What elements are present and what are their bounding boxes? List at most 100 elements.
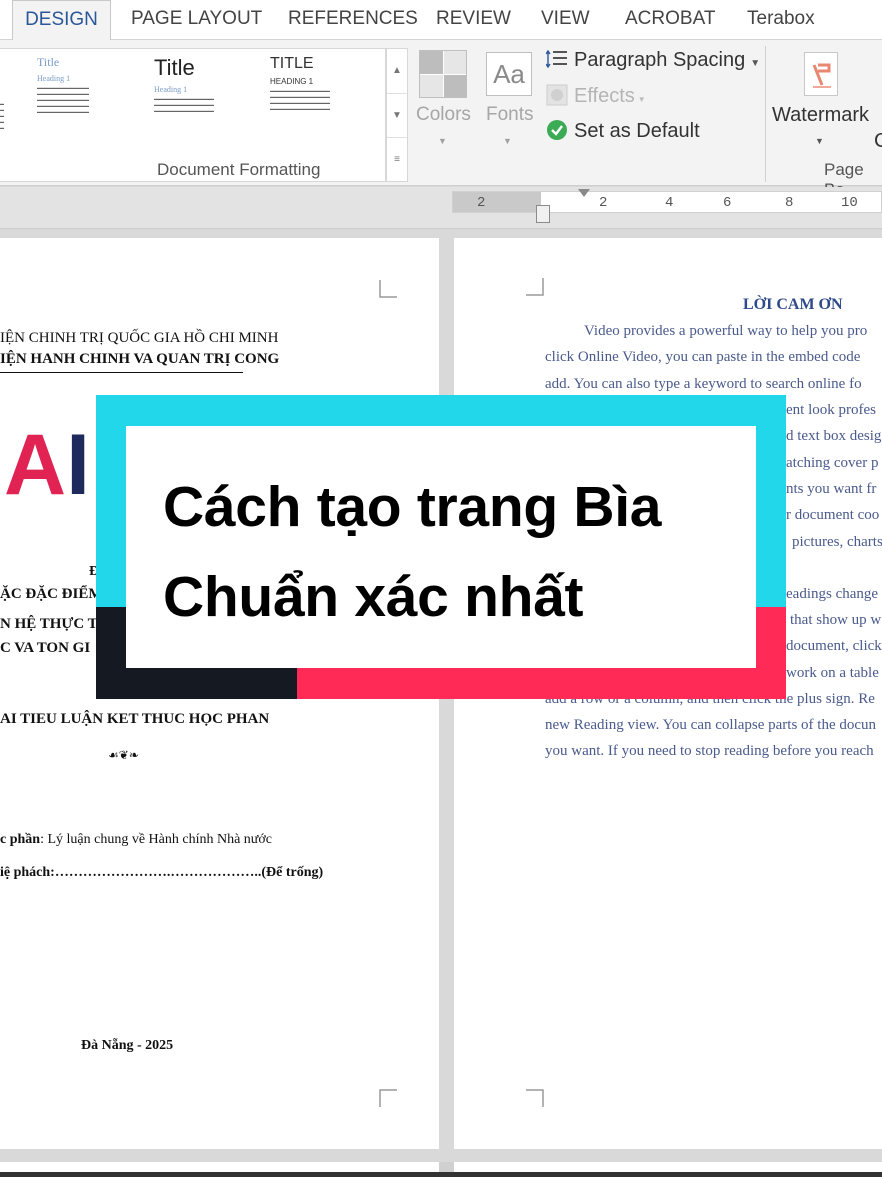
thumbnail-heading: Heading 1 xyxy=(154,85,188,94)
gallery-more-icon[interactable]: ≡ xyxy=(387,137,407,181)
course-value: : Lý luận chung về Hành chính Nhà nước xyxy=(40,832,273,847)
title-card-panel xyxy=(126,426,756,668)
body-line: pictures, charts xyxy=(792,534,882,550)
margin-corner-mark xyxy=(379,280,397,298)
paragraph-spacing-dropdown-icon: ▼ xyxy=(750,58,761,69)
org-name-line-1: IỆN CHINH TRỊ QUỐC GIA HỒ CHI MINH xyxy=(0,330,279,346)
body-line: click Online Video, you can paste in the… xyxy=(545,349,861,365)
ruler-tick-label: 4 xyxy=(665,195,674,211)
swatch-square xyxy=(444,51,466,74)
ruler-tick-label: 2 xyxy=(599,195,608,211)
swatch-square xyxy=(444,75,466,97)
course-label: c phần xyxy=(0,832,41,847)
thumbnail-text-lines: ▬▬▬▬▬▬▬▬▬▬ xyxy=(0,101,4,130)
tab-page-layout[interactable]: PAGE LAYOUT xyxy=(131,0,262,40)
page-color-label-partial[interactable]: C xyxy=(874,130,882,153)
academy-logo: AI xyxy=(4,417,91,513)
body-line: d text box desig xyxy=(786,428,882,444)
course-line: c phần: Lý luận chung về Hành chính Nhà … xyxy=(0,832,272,848)
checkmark-icon xyxy=(546,119,568,141)
tab-references[interactable]: REFERENCES xyxy=(288,0,418,40)
overlay-title-line-2: Chuẩn xác nhất xyxy=(163,565,584,629)
ribbon-tab-bar: DESIGN PAGE LAYOUT REFERENCES REVIEW VIE… xyxy=(0,0,882,41)
margin-corner-mark xyxy=(526,1089,544,1107)
style-thumbnail-1[interactable]: Title Heading 1 ▬▬▬▬▬▬▬▬▬▬▬▬▬ ▬▬▬▬▬▬▬▬▬▬▬… xyxy=(37,55,127,143)
ruler-tick-label: 6 xyxy=(723,195,732,211)
place-date-footer: Đà Nẵng - 2025 xyxy=(81,1038,174,1053)
thumbnail-text-lines: ▬▬▬▬▬▬▬▬▬▬▬▬▬▬▬▬▬▬▬▬▬▬▬▬▬▬▬▬▬▬▬▬▬▬▬▬▬▬▬▬… xyxy=(154,96,214,113)
effects-icon xyxy=(546,84,568,106)
body-line: atching cover p xyxy=(786,455,879,471)
gallery-scroll-controls: ▲ ▼ ≡ xyxy=(386,48,408,182)
essay-title: AI TIEU LUẬN KET THUC HỌC PHAN xyxy=(0,711,270,727)
body-line: nts you want fr xyxy=(786,481,877,497)
thumbnail-heading: HEADING 1 xyxy=(270,77,314,86)
paragraph-spacing-button[interactable]: Paragraph Spacing ▼ xyxy=(545,48,761,72)
ruler-tick-label: 10 xyxy=(841,195,858,211)
body-line: new Reading view. You can collapse parts… xyxy=(545,717,877,733)
title-fragment-3: C VA TON GI xyxy=(0,640,91,656)
thumbnail-title: Title xyxy=(37,55,60,69)
colors-swatch-icon[interactable] xyxy=(419,50,467,98)
group-separator xyxy=(765,46,766,182)
style-thumbnail-2[interactable]: Title Heading 1 ▬▬▬▬▬▬▬▬▬▬▬▬▬▬▬ ▬▬▬▬▬▬▬▬▬… xyxy=(154,55,258,143)
body-line: add. You can also type a keyword to sear… xyxy=(545,376,862,392)
tab-view[interactable]: VIEW xyxy=(541,0,590,40)
margin-corner-mark xyxy=(379,1089,397,1107)
watermark-dropdown-icon[interactable]: ▼ xyxy=(815,136,824,146)
title-fragment-2: N HỆ THỰC T xyxy=(0,616,98,632)
body-line: that show up w xyxy=(790,612,882,628)
header-underline xyxy=(0,372,243,373)
gallery-down-icon[interactable]: ▼ xyxy=(387,93,407,137)
set-as-default-button[interactable]: Set as Default xyxy=(546,119,700,143)
thumbnail-title: Title xyxy=(154,55,195,80)
tab-terabox[interactable]: Terabox xyxy=(747,0,815,40)
body-line: eadings change xyxy=(786,586,879,602)
gallery-up-icon[interactable]: ▲ xyxy=(387,49,407,93)
body-line: document, click xyxy=(786,638,882,654)
thumbnail-title: TITLE xyxy=(270,55,314,72)
effects-button[interactable]: Effects ▼ xyxy=(546,84,646,108)
horizontal-ruler[interactable]: 2 2 4 6 8 10 xyxy=(452,189,882,213)
effects-label: Effects xyxy=(574,85,635,107)
style-thumbnail-3[interactable]: TITLE HEADING 1 ▬▬▬▬▬▬▬▬▬▬▬▬▬▬▬ ▬▬▬▬▬▬▬▬▬… xyxy=(270,55,378,143)
tab-design[interactable]: DESIGN xyxy=(12,0,111,41)
tab-acrobat[interactable]: ACROBAT xyxy=(625,0,715,40)
thumbnail-text-lines: ▬▬▬▬▬▬▬▬▬▬▬▬▬▬▬▬▬▬▬▬▬▬▬▬▬▬▬▬▬▬▬▬▬▬▬▬▬▬▬▬… xyxy=(270,88,330,111)
body-line: work on a table xyxy=(786,665,879,681)
hanging-indent-marker-icon[interactable] xyxy=(536,205,550,223)
ruler-area: 2 2 4 6 8 10 xyxy=(0,187,882,229)
ribbon-panel: ▬▬▬▬▬▬▬▬▬▬ Title Heading 1 ▬▬▬▬▬▬▬▬▬▬▬▬▬… xyxy=(0,40,882,199)
effects-dropdown-icon: ▼ xyxy=(637,95,646,104)
title-fragment-1: ẶC ĐẶC ĐIỂM xyxy=(0,586,103,602)
lecturer-line: iệ phách:…………………….………………..(Để trống) xyxy=(0,865,324,880)
thumbnail-text-lines: ▬▬▬▬▬▬▬▬▬▬▬▬▬▬▬▬▬▬▬▬▬▬▬▬▬▬▬▬▬▬▬▬▬▬▬▬▬▬▬▬… xyxy=(37,85,89,114)
fonts-label[interactable]: Fonts xyxy=(486,104,534,126)
fonts-sample-icon[interactable]: Aa xyxy=(486,52,532,96)
style-thumbnail-partial[interactable]: ▬▬▬▬▬▬▬▬▬▬ xyxy=(0,55,16,143)
watermark-label[interactable]: Watermark xyxy=(772,104,869,127)
margin-corner-mark xyxy=(526,278,544,296)
body-line: r document coo xyxy=(786,507,880,523)
ruler-margin-shade xyxy=(453,192,541,212)
ornament-divider: ☙❦❧ xyxy=(108,748,139,762)
fonts-dropdown-icon[interactable]: ▼ xyxy=(503,136,512,146)
body-line: Video provides a powerful way to help yo… xyxy=(584,323,868,339)
watermark-icon[interactable] xyxy=(804,52,838,96)
first-line-indent-marker-icon[interactable] xyxy=(578,189,590,197)
document-formatting-group-label: Document Formatting xyxy=(157,160,321,179)
ruler-tick-label: 2 xyxy=(477,195,486,211)
paragraph-spacing-label: Paragraph Spacing xyxy=(574,49,746,71)
body-line: ent look profes xyxy=(786,402,876,418)
body-line: you want. If you need to stop reading be… xyxy=(545,743,874,759)
tab-review[interactable]: REVIEW xyxy=(436,0,511,40)
overlay-title-line-1: Cách tạo trang Bìa xyxy=(163,475,662,539)
window-bottom-edge xyxy=(0,1172,882,1177)
colors-label[interactable]: Colors xyxy=(416,104,471,126)
colors-dropdown-icon[interactable]: ▼ xyxy=(438,136,447,146)
set-as-default-label: Set as Default xyxy=(574,120,700,142)
ruler-tick-label: 8 xyxy=(785,195,794,211)
acknowledgement-heading: LỜI CAM ƠN xyxy=(743,296,843,313)
org-name-line-2: IỆN HANH CHINH VA QUAN TRỊ CONG xyxy=(0,351,280,367)
swatch-square xyxy=(420,51,443,74)
